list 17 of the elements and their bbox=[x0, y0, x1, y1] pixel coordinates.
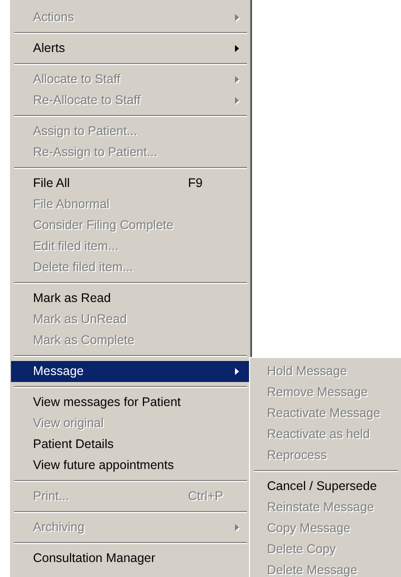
menu-item[interactable]: Message bbox=[11, 361, 249, 382]
submenu-arrow-icon bbox=[235, 76, 239, 83]
submenu-arrow-icon bbox=[235, 45, 239, 52]
menu-item[interactable]: Consultation Manager bbox=[11, 548, 249, 569]
menu-item[interactable]: View future appointments bbox=[11, 455, 249, 476]
menu-item[interactable]: Mark as Read bbox=[11, 288, 249, 309]
menu-item[interactable]: Cancel / Supersede bbox=[251, 476, 400, 497]
submenu-arrow-icon bbox=[235, 14, 239, 21]
menu-item[interactable]: View messages for Patient bbox=[11, 392, 249, 413]
submenu-arrow-icon bbox=[235, 97, 239, 104]
menu-item[interactable]: Alerts bbox=[11, 38, 249, 59]
menu-item[interactable]: Patient Details bbox=[11, 434, 249, 455]
menu-item[interactable]: File All F9 bbox=[11, 173, 249, 194]
shortcut-label: Ctrl+P bbox=[188, 488, 224, 505]
shortcut-label: F9 bbox=[188, 175, 203, 192]
submenu-arrow-icon bbox=[235, 524, 239, 531]
submenu-arrow-icon bbox=[235, 368, 239, 375]
